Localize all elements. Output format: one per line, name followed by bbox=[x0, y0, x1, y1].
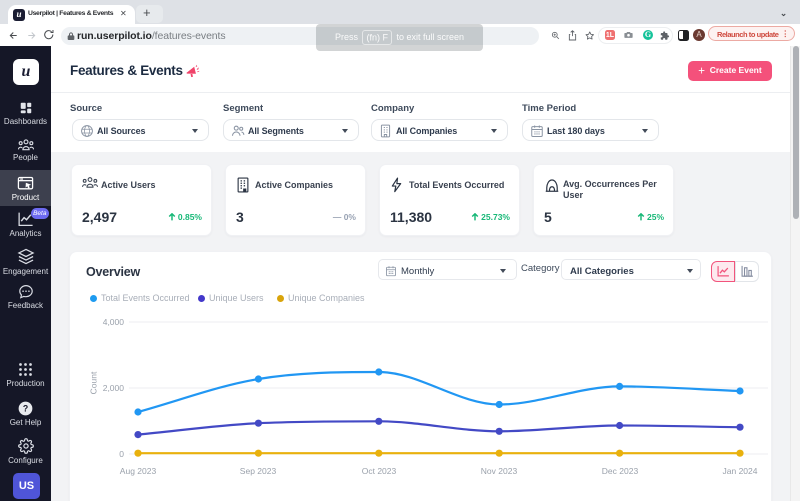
svg-text:?: ? bbox=[23, 404, 28, 414]
